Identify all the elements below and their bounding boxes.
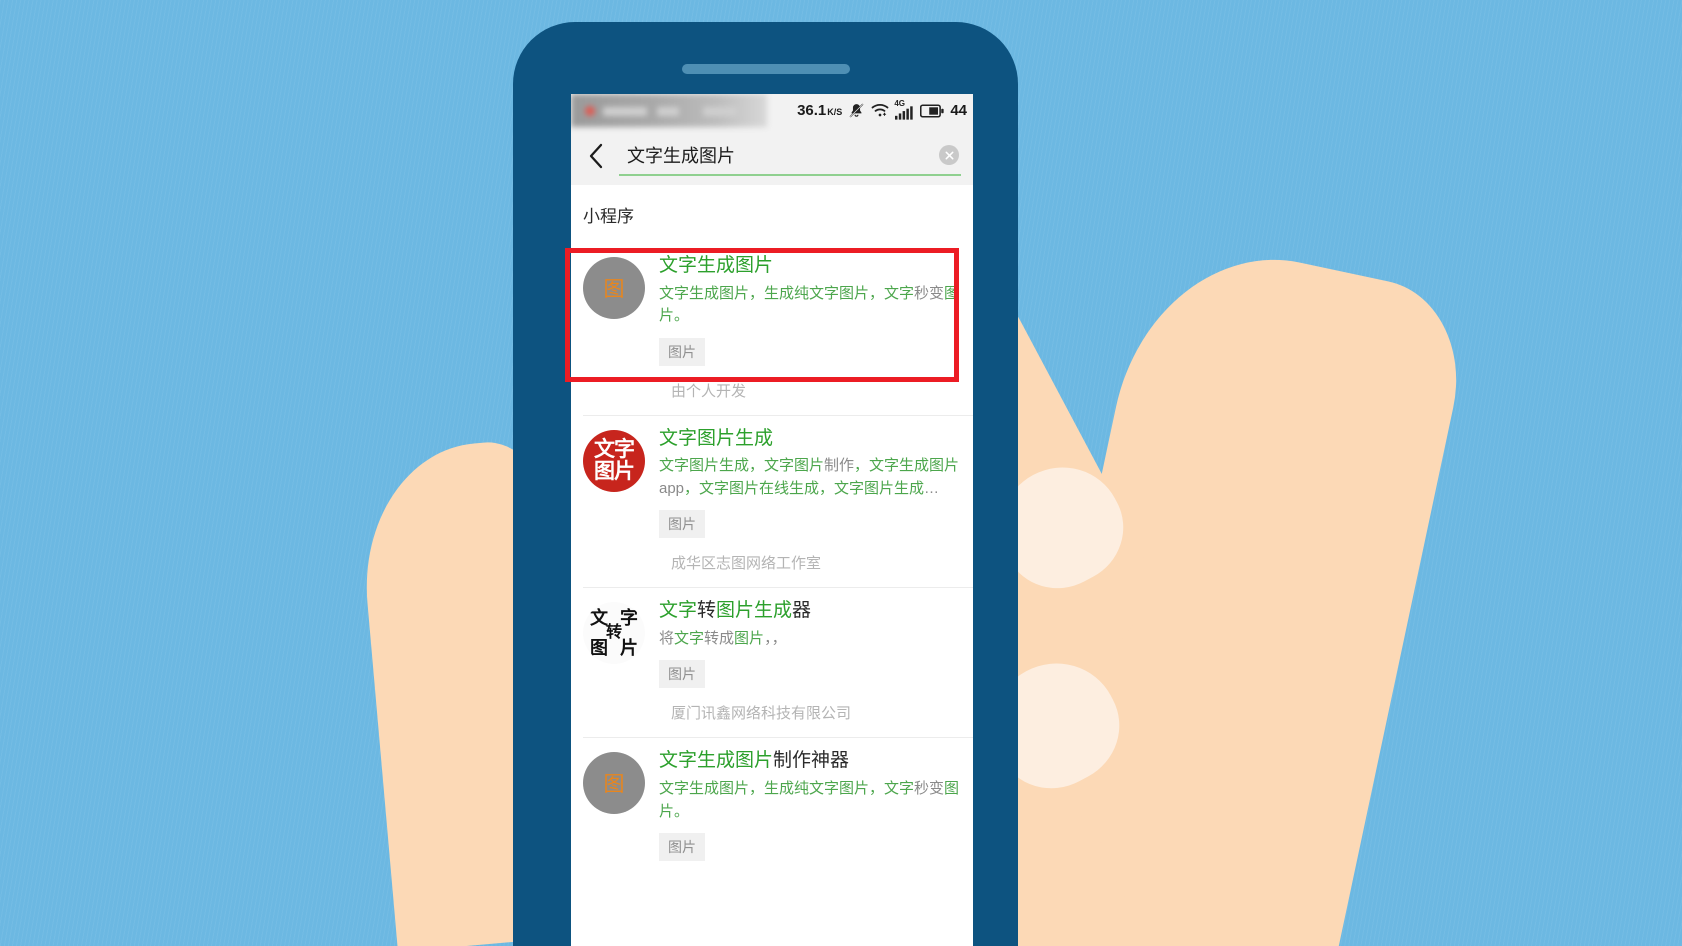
tag-row: 图片: [659, 833, 961, 862]
back-button[interactable]: [579, 139, 613, 173]
category-tag[interactable]: 图片: [659, 833, 705, 862]
status-bar-blurred-carrier: [571, 94, 767, 127]
tag-row: 图片: [659, 510, 961, 539]
search-header: 文字生成图片: [571, 127, 973, 185]
app-avatar: 图: [583, 257, 645, 319]
avatar-glyph: 图: [603, 278, 625, 301]
mute-icon: [848, 102, 865, 119]
search-input[interactable]: 文字生成图片: [619, 142, 939, 168]
result-main: 图 文字生成图片制作神器文字生成图片，生成纯文字图片，文字秒变图片。图片: [583, 748, 961, 862]
avatar-glyph: 图: [603, 773, 625, 797]
result-description: 将文字转成图片，，: [659, 629, 787, 647]
avatar-glyph: 文字图片转: [590, 608, 638, 659]
results-list: 图文字生成图片 文字生成图片，生成纯文字图片，文字秒变图片。 图片 由个人开发 文字 图片…: [571, 243, 973, 873]
result-description: 文字图片生成，文字图片制作，文字生成图片app，文字图片在线生成，文字图片生成…: [659, 457, 960, 497]
result-item[interactable]: 文字图片转文字转图片生成器将文字转成图片，， 图片厦门讯鑫网络科技有限公司: [571, 588, 973, 737]
clear-search-button[interactable]: [939, 145, 959, 165]
result-body: 文字生成图片制作神器文字生成图片，生成纯文字图片，文字秒变图片。图片: [659, 748, 961, 862]
phone-device: 36.1 K/S 4G 44 文字生成图片 小程序 图 文字生成图片 文字生成图…: [513, 22, 1018, 946]
result-title: 文字图片生成: [659, 427, 774, 449]
result-title: 文字生成图片: [659, 255, 774, 276]
blur-block-1: [603, 107, 647, 116]
developer-label: 厦门讯鑫网络科技有限公司: [671, 705, 852, 723]
close-icon: [945, 151, 953, 159]
category-tag[interactable]: 图片: [659, 337, 705, 366]
developer-label: 由个人开发: [671, 382, 747, 400]
chevron-left-icon: [589, 143, 602, 169]
blur-block-3: [703, 107, 737, 116]
tag-row: 图片: [659, 660, 961, 689]
wifi-icon: [871, 103, 889, 118]
battery-percent-label: 44: [950, 102, 967, 119]
tag-row: 图片: [659, 337, 961, 366]
app-avatar: 图: [583, 752, 645, 815]
category-tag[interactable]: 图片: [659, 510, 705, 539]
result-body: 文字转图片生成器将文字转成图片，， 图片: [659, 598, 961, 689]
screenshot-stage: 36.1 K/S 4G 44 文字生成图片 小程序 图 文字生成图片 文字生成图…: [0, 0, 1682, 946]
avatar-glyph: 文字 图片: [594, 437, 635, 483]
developer-label: 成华区志图网络工作室: [671, 555, 822, 573]
network-speed-value: 36.1: [797, 102, 827, 119]
result-main: 文字 图片 文字图片生成 文字图片生成，文字图片制作，文字生成图片app，文字图片在线…: [583, 426, 961, 539]
result-description: 文字生成图片，生成纯文字图片，文字秒变图片。: [659, 284, 960, 325]
blur-block-2: [657, 107, 679, 116]
section-title: 小程序: [583, 207, 634, 226]
result-item[interactable]: 图 文字生成图片文字生成图片，生成纯文字图片，文字秒变图片。图片由个人开发: [571, 243, 973, 415]
search-results-panel: 小程序 图文字生成图片 文字生成图片，生成纯文字图片，文字秒变图片。 图片 由个人开发…: [571, 185, 973, 874]
app-avatar: 文字图片转: [583, 602, 645, 665]
result-body: 文字图片生成文字图片生成，文字图片制作，文字生成图片app，文字图片在线生成，文…: [659, 426, 961, 539]
result-main: 图 文字生成图片文字生成图片，生成纯文字图片，文字秒变图片。图片: [583, 253, 961, 366]
status-bar-indicators: 36.1 K/S 4G 44: [797, 98, 967, 120]
speaker-grille: [681, 64, 850, 74]
search-field[interactable]: 文字生成图片: [619, 136, 961, 176]
result-title: 文字生成图片制作神器: [659, 750, 850, 772]
result-item[interactable]: 图 文字生成图片制作神器文字生成图片，生成纯文字图片，文字秒变图片。图片: [571, 738, 973, 873]
notification-dot-icon: [585, 106, 595, 116]
category-tag[interactable]: 图片: [659, 660, 705, 689]
result-item[interactable]: 文字 图片 文字图片生成 文字图片生成，文字图片制作，文字生成图片app，文字图片在线…: [571, 416, 973, 588]
result-body: 文字生成图片文字生成图片，生成纯文字图片，文字秒变图片。图片: [659, 253, 961, 366]
signal-4g-icon: 4G: [894, 98, 914, 120]
battery-icon: [920, 103, 944, 118]
status-bar: 36.1 K/S 4G 44: [571, 94, 973, 127]
network-type-label: 4G: [894, 98, 905, 108]
app-avatar: 文字 图片: [583, 429, 645, 492]
network-speed-unit: K/S: [827, 107, 843, 117]
result-description: 文字生成图片，生成纯文字图片，文字秒变图片。: [659, 780, 960, 820]
network-speed-indicator: 36.1 K/S: [797, 102, 842, 119]
result-main: 文字图片转文字转图片生成器将文字转成图片，， 图片: [583, 598, 961, 689]
phone-screen: 36.1 K/S 4G 44 文字生成图片 小程序 图 文字生成图片 文字生成图…: [571, 94, 973, 946]
result-title: 文字转图片生成器: [659, 600, 812, 622]
